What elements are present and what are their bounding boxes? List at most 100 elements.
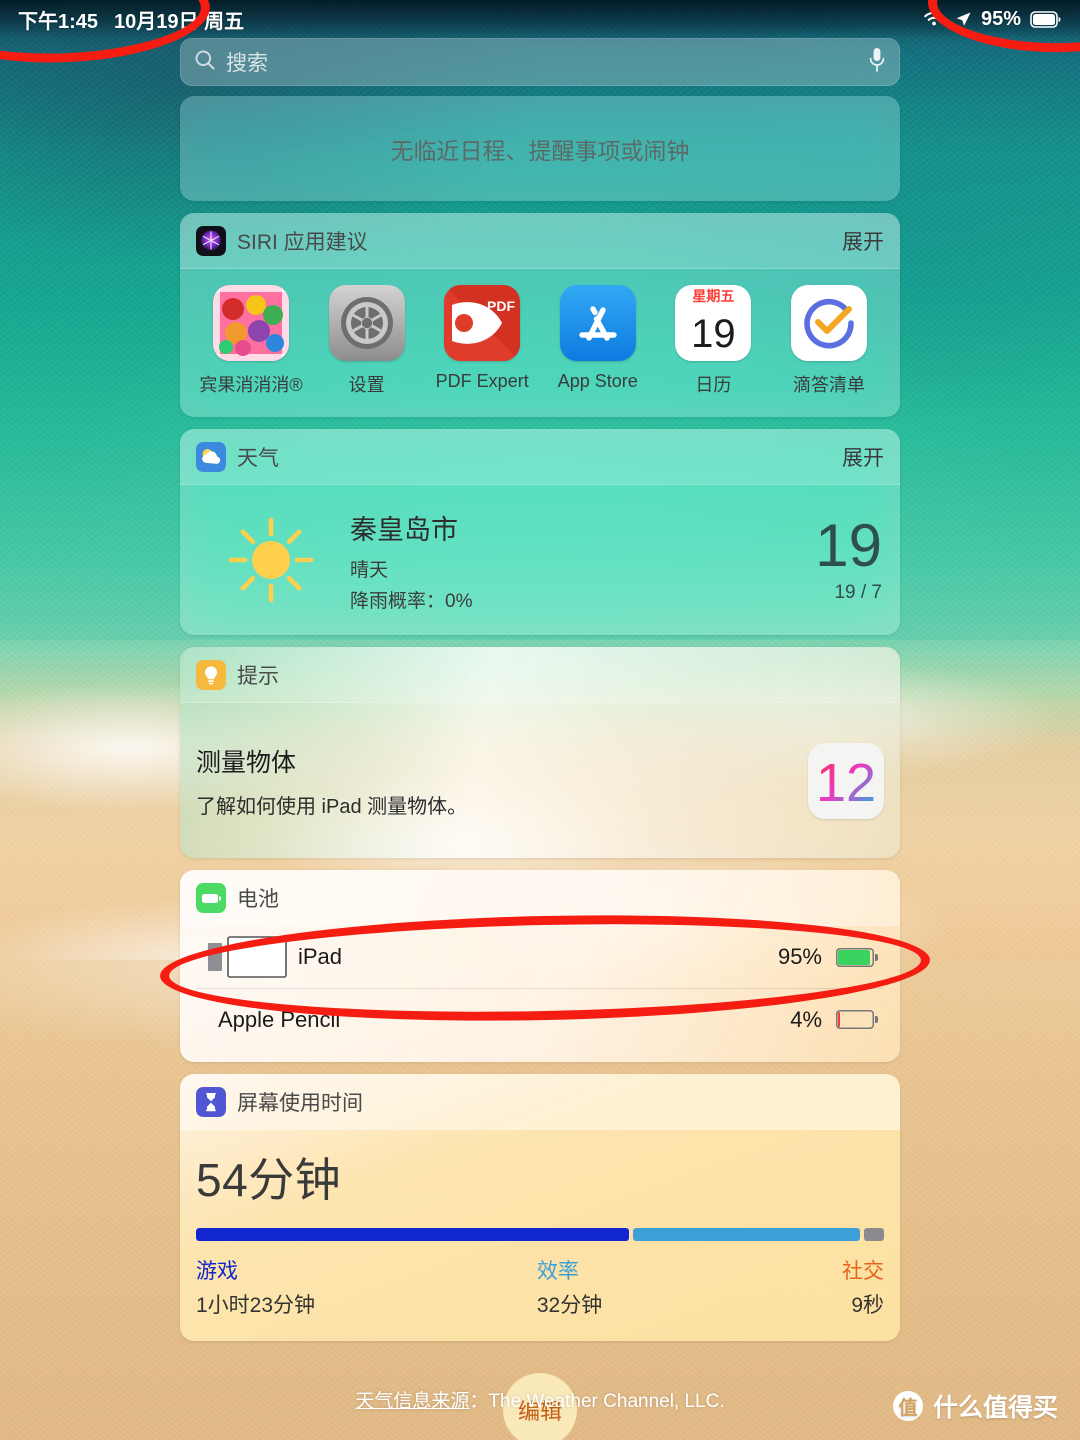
category-label: 游戏 (196, 1260, 238, 1283)
ios12-badge-icon: 12 (808, 742, 884, 819)
widget-column: 搜索 无临近日程、提醒事项或闹钟 SIRI 应用建议 展开 宾果消消消® 设置 … (180, 0, 900, 1440)
battery-device-ipad: iPad (206, 935, 778, 979)
location-arrow-icon (955, 11, 972, 28)
tips-body: 测量物体 了解如何使用 iPad 测量物体。 12 (180, 703, 900, 858)
screen-time-widget-title: 屏幕使用时间 (237, 1091, 363, 1115)
app-item-app-store[interactable]: App Store (543, 285, 653, 397)
battery-meter-apple-pencil (836, 1010, 878, 1029)
widget-battery[interactable]: 电池 iPad 95% Apple Pencil 4% (180, 870, 900, 1062)
category-label: 社交 (842, 1260, 884, 1283)
weather-rain-chance: 降雨概率：0% (350, 590, 473, 612)
status-date: 10月19日 周五 (114, 10, 245, 33)
screen-time-total: 54分钟 (196, 1154, 342, 1206)
weather-expand-button[interactable]: 展开 (842, 442, 884, 472)
battery-widget-header: 电池 (180, 870, 900, 926)
category-value: 1小时23分钟 (196, 1294, 316, 1317)
pdf-expert-icon: PDF (444, 285, 521, 361)
weather-details: 秦皇岛市 晴天 降雨概率：0% (346, 508, 815, 613)
app-label: PDF Expert (435, 371, 529, 391)
search-bar[interactable]: 搜索 (180, 38, 900, 86)
widget-up-next[interactable]: 无临近日程、提醒事项或闹钟 (180, 96, 900, 201)
ipad-with-pencil-icon (206, 935, 288, 979)
widget-tips[interactable]: 提示 测量物体 了解如何使用 iPad 测量物体。 12 (180, 647, 900, 858)
category-value: 9秒 (851, 1294, 884, 1317)
widget-siri-app-suggestions[interactable]: SIRI 应用建议 展开 宾果消消消® 设置 PDF PDF Expert Ap… (180, 213, 900, 417)
screen-time-category-games: 游戏 1小时23分钟 (196, 1255, 315, 1319)
app-label: App Store (557, 371, 638, 391)
screen-time-bar (196, 1228, 884, 1241)
screen-time-segment-productivity (633, 1228, 861, 1241)
weather-body: 秦皇岛市 晴天 降雨概率：0% 19 19 / 7 (180, 485, 900, 635)
tips-subtitle: 了解如何使用 iPad 测量物体。 (196, 795, 468, 818)
widget-weather[interactable]: 天气 展开 秦皇岛市 晴天 降雨概率：0% 19 19 / 7 (180, 429, 900, 635)
weather-attribution-rest: ：The Weather Channel, LLC. (469, 1391, 725, 1412)
svg-text:PDF: PDF (487, 298, 515, 314)
category-label: 效率 (536, 1260, 579, 1283)
app-item-pdf-expert[interactable]: PDF PDF Expert (427, 285, 537, 397)
battery-row-apple-pencil[interactable]: Apple Pencil 4% (196, 988, 884, 1050)
candy-game-icon (213, 285, 289, 361)
battery-device-percent: 95% (777, 944, 822, 969)
ticktick-icon (790, 285, 867, 361)
tips-text-block: 测量物体 了解如何使用 iPad 测量物体。 (196, 743, 808, 819)
watermark-text: 什么值得买 (932, 1394, 1058, 1422)
battery-row-ipad[interactable]: iPad 95% (196, 926, 884, 988)
tips-widget-header: 提示 (180, 647, 900, 703)
siri-app-list: 宾果消消消® 设置 PDF PDF Expert App Store 星期五 1… (180, 269, 900, 417)
weather-attribution[interactable]: 天气信息来源：The Weather Channel, LLC. (355, 1386, 724, 1413)
app-label: 宾果消消消® (199, 375, 303, 395)
statusbar-battery: 95% (922, 8, 1062, 31)
status-battery-percent: 95% (980, 7, 1021, 30)
app-label: 日历 (695, 375, 732, 395)
weather-widget-title: 天气 (237, 446, 279, 470)
sun-icon (196, 512, 346, 608)
battery-full-icon (1030, 10, 1062, 28)
app-item-settings[interactable]: 设置 (312, 285, 422, 397)
app-item-ticktick[interactable]: 滴答清单 (774, 285, 884, 397)
wifi-icon (922, 10, 946, 28)
battery-meter-ipad (836, 948, 878, 967)
screen-time-category-productivity: 效率 32分钟 (537, 1255, 602, 1319)
battery-device-name: iPad (298, 944, 343, 969)
up-next-empty-text: 无临近日程、提醒事项或闹钟 (390, 137, 690, 164)
battery-device-percent: 4% (790, 1006, 822, 1032)
screen-time-legend: 游戏 1小时23分钟 效率 32分钟 社交 9秒 (196, 1255, 884, 1319)
settings-gear-icon (328, 285, 405, 361)
tips-lightbulb-icon (196, 659, 226, 690)
battery-device-apple-pencil: Apple Pencil (218, 1007, 790, 1033)
weather-temperature-block: 19 19 / 7 (815, 511, 884, 604)
screen-time-widget-header: 屏幕使用时间 (180, 1074, 900, 1130)
battery-icon (196, 882, 226, 913)
calendar-weekday: 星期五 (692, 288, 735, 304)
microphone-icon[interactable] (868, 47, 886, 78)
siri-icon (196, 225, 226, 256)
statusbar-time: 下午1:45 10月19日 周五 (18, 5, 244, 34)
app-item-calendar[interactable]: 星期五 19 日历 (658, 285, 768, 397)
watermark: 值 什么值得买 (892, 1388, 1058, 1424)
category-value: 32分钟 (536, 1294, 603, 1317)
hourglass-icon (196, 1086, 226, 1117)
status-bar: 下午1:45 10月19日 周五 95% (0, 0, 1080, 38)
screen-time-segment-games (196, 1228, 630, 1241)
battery-device-name: Apple Pencil (218, 1006, 341, 1032)
battery-body: iPad 95% Apple Pencil 4% (180, 926, 900, 1062)
screen-time-body: 54分钟 游戏 1小时23分钟 效率 32分钟 社交 9秒 (180, 1130, 900, 1341)
tips-headline: 测量物体 (196, 748, 297, 777)
tips-widget-title: 提示 (237, 664, 279, 688)
siri-expand-button[interactable]: 展开 (842, 226, 884, 256)
app-item-candy[interactable]: 宾果消消消® (196, 285, 306, 397)
weather-current-temp: 19 (815, 511, 882, 579)
watermark-badge-icon: 值 (892, 1391, 923, 1421)
status-time: 下午1:45 (18, 10, 99, 33)
calendar-icon: 星期五 19 (675, 285, 752, 361)
search-input[interactable]: 搜索 (226, 47, 868, 77)
weather-widget-header: 天气 展开 (180, 429, 900, 485)
screen-time-segment-social (864, 1228, 884, 1241)
calendar-day: 19 (691, 312, 736, 356)
search-icon (194, 49, 216, 76)
app-label: 设置 (348, 375, 385, 395)
weather-icon (196, 441, 226, 472)
battery-widget-title: 电池 (237, 887, 279, 911)
widget-screen-time[interactable]: 屏幕使用时间 54分钟 游戏 1小时23分钟 效率 32分钟 社交 9秒 (180, 1074, 900, 1341)
screen-time-category-social: 社交 9秒 (842, 1255, 884, 1319)
